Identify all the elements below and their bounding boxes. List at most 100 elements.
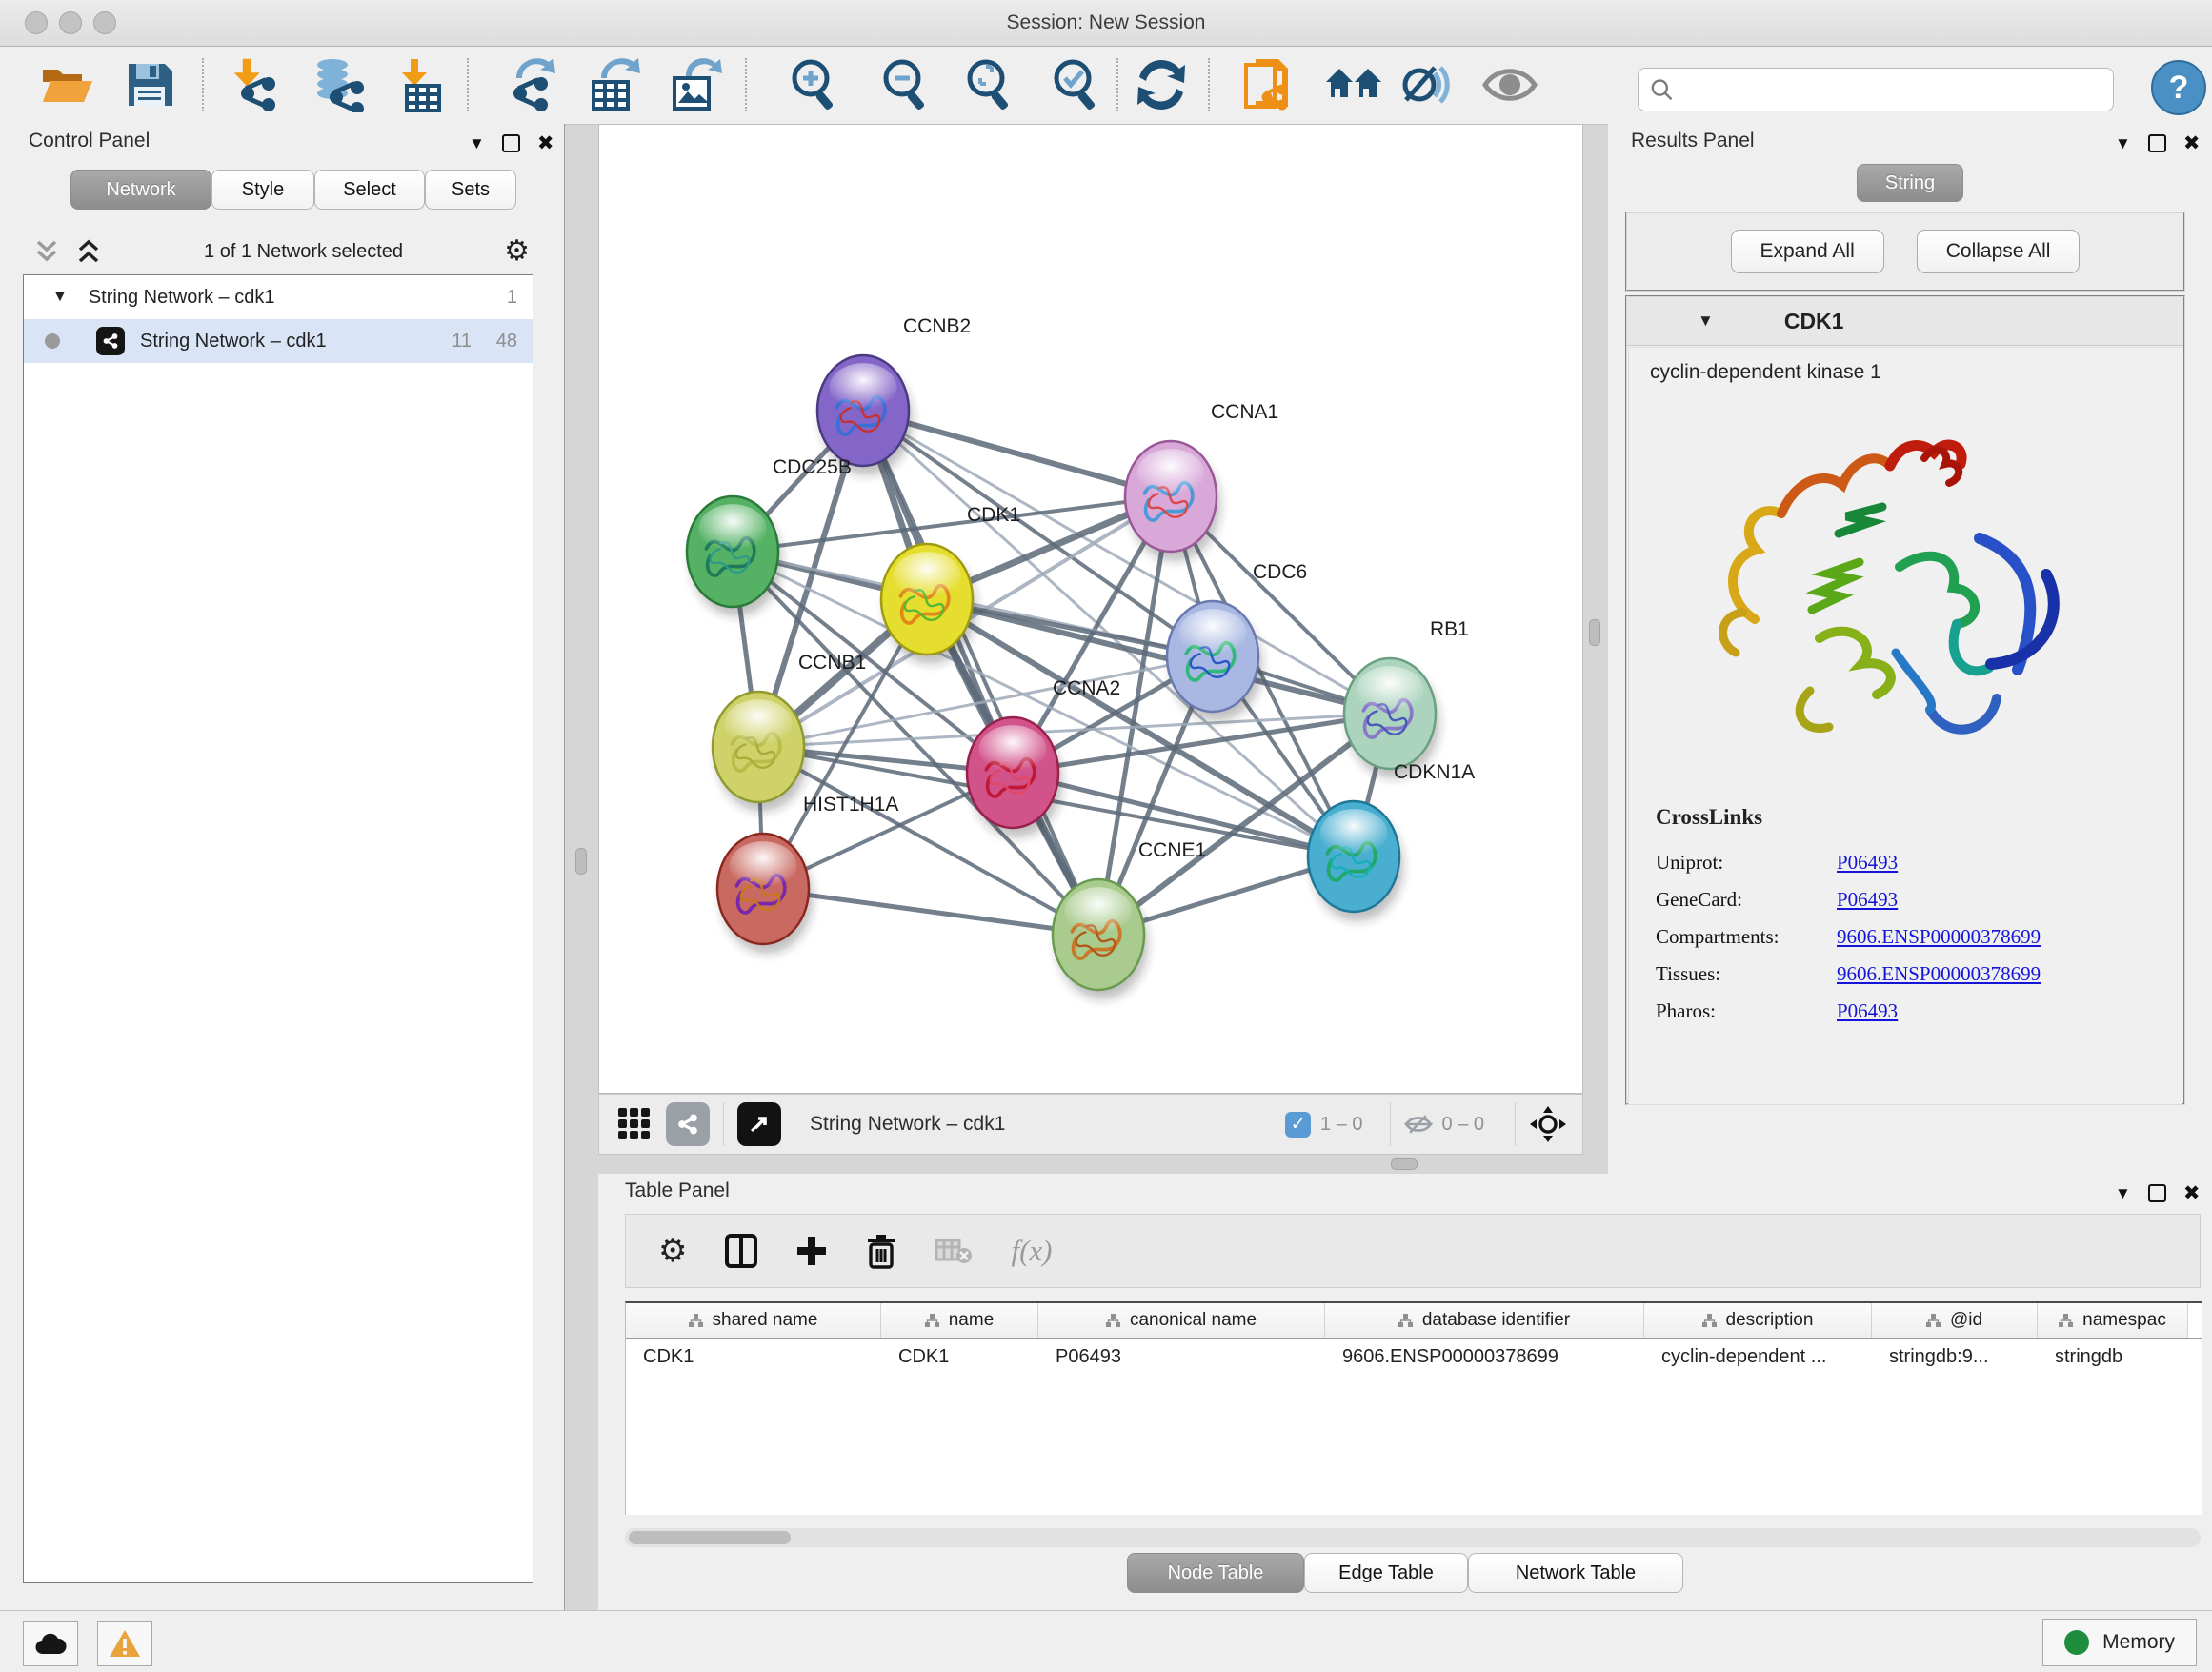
protein-section-header[interactable]: ▼ CDK1 [1627, 297, 2183, 346]
column-header[interactable]: @id [1872, 1303, 2038, 1338]
panel-float-icon[interactable] [502, 134, 520, 152]
string-network-graph[interactable]: CCNB2CCNA1CDC25BCDK1CDC6RB1CCNB1CCNA2CDK… [599, 125, 1582, 1093]
table-row[interactable]: CDK1CDK1P064939606.ENSP00000378699cyclin… [626, 1339, 2202, 1375]
tree-expand-icon[interactable]: ▼ [52, 289, 68, 306]
detach-view-icon[interactable] [737, 1102, 781, 1146]
panel-float-icon[interactable] [2148, 1184, 2166, 1202]
uniprot-link[interactable]: P06493 [1837, 851, 1898, 874]
memory-button[interactable]: Memory [2042, 1619, 2197, 1666]
export-table-icon[interactable] [583, 54, 646, 115]
network-options-gear-icon[interactable]: ⚙ [504, 237, 530, 266]
column-header[interactable]: canonical name [1038, 1303, 1325, 1338]
table-cell[interactable]: CDK1 [881, 1346, 1038, 1368]
warning-status-button[interactable] [97, 1621, 152, 1666]
expand-all-chevron-icon[interactable] [74, 237, 103, 266]
column-network-icon [925, 1314, 939, 1327]
add-column-icon[interactable] [795, 1235, 828, 1267]
selected-checkbox[interactable]: ✓ [1285, 1112, 1311, 1138]
table-cell[interactable]: cyclin-dependent ... [1644, 1346, 1872, 1368]
table-cell[interactable]: stringdb:9... [1872, 1346, 2038, 1368]
import-network-database-icon[interactable] [307, 54, 370, 115]
svg-text:CDKN1A: CDKN1A [1394, 761, 1475, 783]
table-cell[interactable]: P06493 [1038, 1346, 1325, 1368]
compartments-link[interactable]: 9606.ENSP00000378699 [1837, 925, 2041, 948]
import-network-file-icon[interactable] [223, 54, 286, 115]
tab-edge-table[interactable]: Edge Table [1304, 1553, 1468, 1593]
svg-text:CCNE1: CCNE1 [1138, 839, 1206, 861]
panel-menu-caret-icon[interactable]: ▼ [469, 134, 485, 153]
homology-icon[interactable] [1322, 54, 1385, 115]
zoom-fit-icon[interactable] [958, 54, 1021, 115]
pharos-link[interactable]: P06493 [1837, 999, 1898, 1022]
tab-node-table[interactable]: Node Table [1127, 1553, 1304, 1593]
crosslink-row: Compartments:9606.ENSP00000378699 [1656, 925, 2182, 949]
tab-sets[interactable]: Sets [425, 170, 516, 210]
tissues-link[interactable]: 9606.ENSP00000378699 [1837, 962, 2041, 985]
left-splitter-handle[interactable] [575, 848, 587, 875]
collapse-all-button[interactable]: Collapse All [1917, 230, 2081, 273]
export-image-icon[interactable] [663, 54, 726, 115]
tab-string-results[interactable]: String [1857, 164, 1963, 202]
tab-style[interactable]: Style [211, 170, 314, 210]
show-columns-icon[interactable] [725, 1234, 757, 1268]
search-input[interactable] [1638, 68, 2114, 111]
svg-text:CDK1: CDK1 [967, 504, 1020, 526]
network-canvas[interactable]: CCNB2CCNA1CDC25BCDK1CDC6RB1CCNB1CCNA2CDK… [598, 124, 1583, 1094]
help-button[interactable]: ? [2151, 60, 2206, 115]
hide-glasses-icon[interactable] [1393, 54, 1456, 115]
refresh-icon[interactable] [1130, 54, 1193, 115]
scrollbar-thumb[interactable] [629, 1531, 791, 1544]
panel-close-icon[interactable]: ✖ [537, 131, 554, 155]
divider [723, 1102, 724, 1146]
table-cell[interactable]: CDK1 [626, 1346, 881, 1368]
protein-structure-image [1698, 414, 2098, 786]
delete-column-icon[interactable] [866, 1233, 896, 1269]
network-view-toolbar: String Network – cdk1 ✓ 1 – 0 0 – 0 [598, 1094, 1583, 1155]
network-selection-summary: 1 of 1 Network selected [103, 241, 504, 263]
panel-close-icon[interactable]: ✖ [2183, 131, 2201, 155]
tab-network-table[interactable]: Network Table [1468, 1553, 1683, 1593]
horizontal-scrollbar[interactable] [625, 1528, 2201, 1547]
column-header[interactable]: shared name [626, 1303, 881, 1338]
crosslink-row: Tissues:9606.ENSP00000378699 [1656, 962, 2182, 986]
birdseye-navigator-icon[interactable] [1529, 1105, 1567, 1143]
grid-view-icon[interactable] [616, 1106, 653, 1142]
tab-network[interactable]: Network [70, 170, 211, 210]
import-table-icon[interactable] [391, 54, 453, 115]
column-header[interactable]: description [1644, 1303, 1872, 1338]
column-header[interactable]: name [881, 1303, 1038, 1338]
search-input-field[interactable] [1673, 78, 2101, 102]
panel-menu-caret-icon[interactable]: ▼ [2115, 1184, 2131, 1203]
network-share-view-icon[interactable] [666, 1102, 710, 1146]
cloud-status-button[interactable] [23, 1621, 78, 1666]
panel-menu-caret-icon[interactable]: ▼ [2115, 134, 2131, 153]
zoom-in-icon[interactable] [783, 54, 846, 115]
table-cell[interactable]: stringdb [2038, 1346, 2188, 1368]
table-options-gear-icon[interactable]: ⚙ [658, 1235, 687, 1267]
panel-close-icon[interactable]: ✖ [2183, 1181, 2201, 1205]
section-collapse-caret-icon[interactable]: ▼ [1698, 312, 1714, 331]
genecard-link[interactable]: P06493 [1837, 888, 1898, 911]
panel-float-icon[interactable] [2148, 134, 2166, 152]
save-session-icon[interactable] [118, 54, 181, 115]
table-cell[interactable]: 9606.ENSP00000378699 [1325, 1346, 1644, 1368]
column-network-icon [1702, 1314, 1717, 1327]
open-session-icon[interactable] [36, 54, 99, 115]
network-row[interactable]: String Network – cdk1 11 48 [24, 319, 533, 363]
toolbar-separator [745, 58, 747, 111]
table-panel: Table Panel ▼ ✖ ⚙ f(x) shared namenameca… [598, 1174, 2212, 1610]
zoom-out-icon[interactable] [875, 54, 937, 115]
column-header[interactable]: database identifier [1325, 1303, 1644, 1338]
right-splitter-handle[interactable] [1589, 619, 1600, 646]
tab-select[interactable]: Select [314, 170, 425, 210]
collapse-all-chevron-icon[interactable] [32, 237, 61, 266]
toolbar-separator [467, 58, 469, 111]
zoom-selected-icon[interactable] [1045, 54, 1108, 115]
expand-all-button[interactable]: Expand All [1731, 230, 1884, 273]
export-network-icon[interactable] [501, 54, 564, 115]
column-header[interactable]: namespac [2038, 1303, 2188, 1338]
string-import-icon[interactable] [1237, 54, 1299, 115]
show-eye-icon[interactable] [1478, 54, 1541, 115]
network-collection-row[interactable]: ▼ String Network – cdk1 1 [24, 275, 533, 319]
bottom-splitter-handle[interactable] [1391, 1158, 1418, 1170]
